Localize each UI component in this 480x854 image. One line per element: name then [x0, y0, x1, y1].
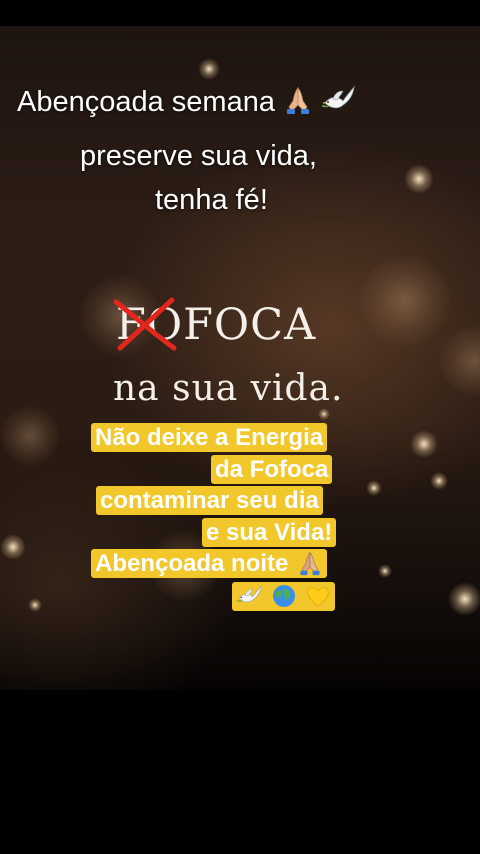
caption-line-1: Não deixe a Energia [91, 423, 328, 452]
bokeh-light [198, 58, 220, 80]
video-frame: Abençoada semana preserve sua vida, tenh… [0, 0, 480, 854]
caption-line-3: contaminar seu dia [96, 486, 323, 515]
caption-line-5: Abençoada noite [91, 549, 328, 578]
yellow-heart-icon [305, 583, 331, 609]
bokeh-light [404, 164, 434, 194]
caption-text-5: Abençoada noite [95, 550, 289, 577]
bokeh-light [448, 582, 480, 616]
bokeh-light [410, 430, 438, 458]
red-x-mark [113, 297, 177, 351]
headline-line-1: Abençoada semana [17, 84, 355, 120]
globe-icon [271, 583, 297, 609]
bokeh-glow [440, 326, 480, 396]
caption-line-6 [232, 582, 336, 611]
fofoca-word: F OFOCA [113, 297, 316, 351]
dove-icon [236, 583, 262, 609]
bokeh-glow [360, 256, 450, 346]
dove-icon [321, 85, 355, 115]
caption-line-2: da Fofoca [211, 455, 333, 484]
bokeh-light [0, 534, 26, 560]
na-sua-vida-text: na sua vida. [113, 368, 344, 409]
struck-letter: F [113, 297, 177, 351]
bokeh-light [318, 408, 330, 420]
bottom-black-bar [0, 690, 480, 854]
bokeh-light [378, 564, 392, 578]
bokeh-light [366, 480, 382, 496]
bokeh-glow [0, 406, 60, 466]
praying-hands-icon [283, 85, 313, 115]
bokeh-light [430, 472, 448, 490]
headline-line-2: preserve sua vida, [80, 140, 317, 172]
caption-line-4: e sua Vida! [202, 518, 337, 547]
top-black-bar [0, 0, 480, 26]
headline-line-3: tenha fé! [155, 184, 268, 216]
praying-hands-icon [297, 550, 323, 576]
bokeh-light [28, 598, 42, 612]
headline-text-1: Abençoada semana [17, 86, 275, 118]
